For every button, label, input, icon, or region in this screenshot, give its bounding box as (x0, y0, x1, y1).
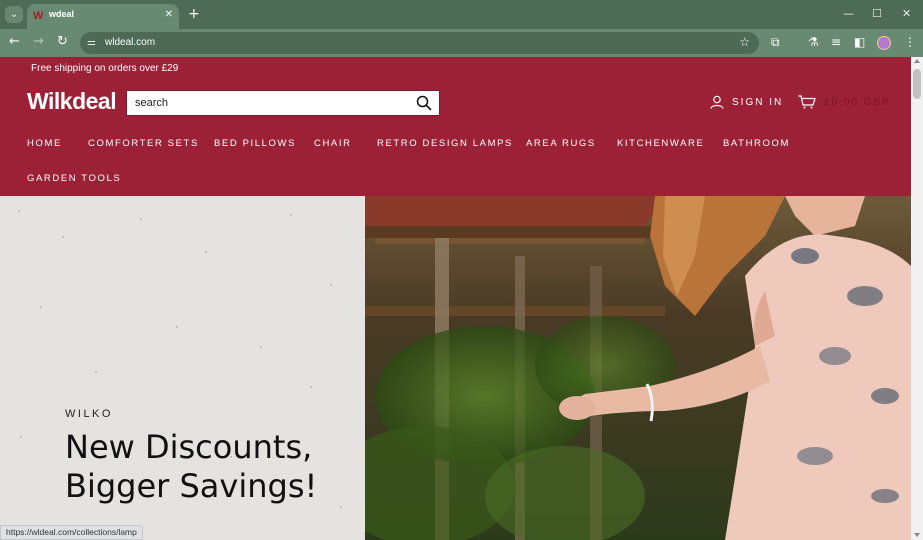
hero-image (365, 196, 911, 540)
back-icon[interactable]: ← (9, 35, 20, 49)
new-tab-icon[interactable]: + (188, 6, 200, 22)
close-window-icon[interactable]: ✕ (902, 7, 911, 20)
hero-heading: New Discounts, Bigger Savings! (65, 428, 318, 505)
browser-tab-strip: ⌄ W wdeal ✕ + — ☐ ✕ (0, 0, 923, 29)
bookmark-star-icon[interactable]: ☆ (739, 35, 750, 49)
search-input[interactable] (127, 91, 407, 115)
scroll-up-icon[interactable] (914, 59, 920, 63)
profile-avatar[interactable] (877, 36, 891, 50)
nav-item-garden-tools[interactable]: GARDEN TOOLS (27, 173, 121, 184)
favicon-icon: W (33, 10, 44, 22)
sign-in-link[interactable]: SIGN IN (710, 95, 783, 109)
nav-item-bed-pillows[interactable]: BED PILLOWS (214, 138, 296, 149)
browser-tab[interactable]: W wdeal ✕ (27, 4, 179, 29)
cart-icon (798, 95, 816, 109)
nav-item-comforter-sets[interactable]: COMFORTER SETS (88, 138, 199, 149)
nav-item-retro-design-lamps[interactable]: RETRO DESIGN LAMPS (377, 138, 513, 149)
close-tab-icon[interactable]: ✕ (165, 9, 173, 20)
hero-photo-illustration (365, 196, 911, 540)
page-scrollbar[interactable] (911, 57, 923, 540)
site-header: Free shipping on orders over £29 Wilkdea… (0, 57, 911, 196)
nav-item-home[interactable]: HOME (27, 138, 62, 149)
site-info-icon[interactable]: ⚌ (87, 37, 99, 49)
nav-item-bathroom[interactable]: BATHROOM (723, 138, 790, 149)
search-icon[interactable] (416, 95, 432, 111)
browser-toolbar: ← → ↻ ⚌ wldeal.com ☆ ⧉ ⚗ ≡ ◧ ⋮ (0, 29, 923, 57)
nav-item-area-rugs[interactable]: AREA RUGS (526, 138, 596, 149)
status-bar: https://wldeal.com/collections/lamp (0, 525, 143, 540)
minimize-icon[interactable]: — (843, 7, 854, 20)
site-logo[interactable]: Wilkdeal (27, 88, 117, 115)
search-form (126, 90, 440, 116)
sign-in-label: SIGN IN (732, 96, 784, 108)
hero-text-panel: WILKO New Discounts, Bigger Savings! (0, 196, 365, 540)
lab-flask-icon[interactable]: ⚗ (808, 35, 819, 49)
web-page: Free shipping on orders over £29 Wilkdea… (0, 57, 911, 540)
forward-icon[interactable]: → (33, 35, 44, 49)
hero-eyebrow: WILKO (65, 408, 113, 420)
side-panel-icon[interactable]: ◧ (854, 35, 865, 49)
cart-total: £0.00 GBP (824, 96, 891, 108)
announcement-bar: Free shipping on orders over £29 (31, 63, 179, 74)
reading-list-icon[interactable]: ≡ (831, 35, 841, 49)
tab-title: wdeal (49, 9, 75, 19)
cart-link[interactable]: £0.00 GBP (798, 95, 891, 109)
address-bar[interactable]: ⚌ wldeal.com ☆ (80, 32, 759, 54)
nav-item-chair[interactable]: CHAIR (314, 138, 352, 149)
extensions-icon[interactable]: ⧉ (771, 35, 780, 49)
user-icon (710, 95, 724, 109)
menu-kebab-icon[interactable]: ⋮ (904, 35, 916, 49)
reload-icon[interactable]: ↻ (57, 35, 68, 49)
scroll-down-icon[interactable] (914, 533, 920, 537)
scroll-thumb[interactable] (913, 69, 921, 99)
tab-search-icon[interactable]: ⌄ (5, 6, 23, 23)
nav-item-kitchenware[interactable]: KITCHENWARE (617, 138, 704, 149)
hero-banner: WILKO New Discounts, Bigger Savings! (0, 196, 911, 540)
url-text[interactable]: wldeal.com (105, 37, 155, 48)
maximize-icon[interactable]: ☐ (872, 7, 882, 20)
